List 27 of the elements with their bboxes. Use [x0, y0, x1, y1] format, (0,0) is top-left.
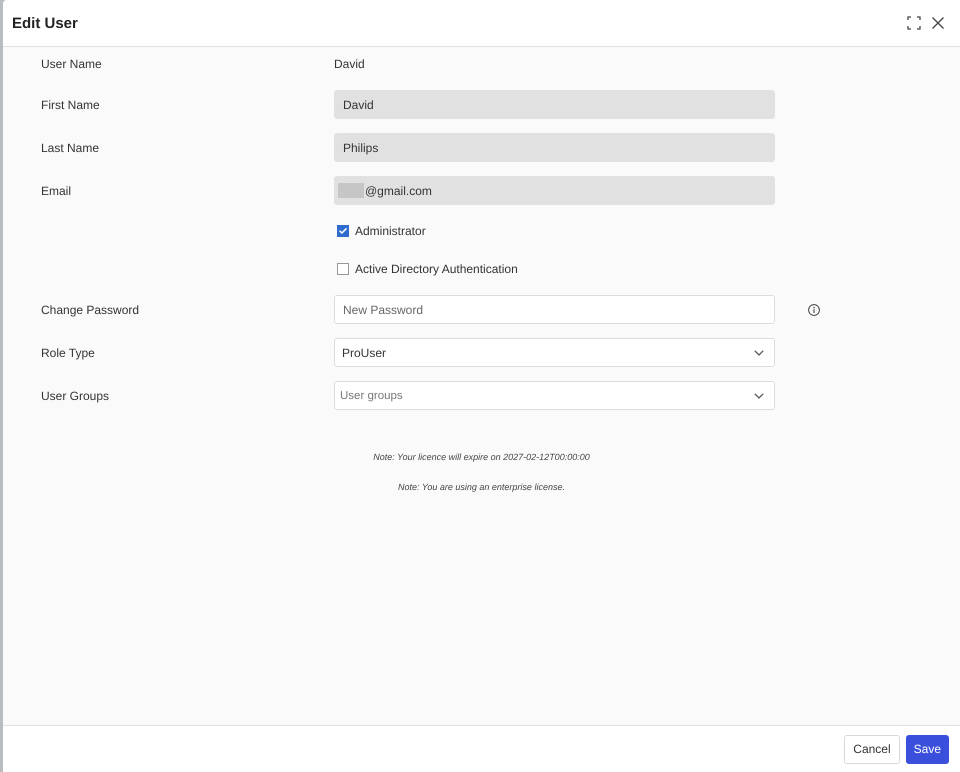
- maximize-icon[interactable]: [907, 16, 921, 30]
- field-label: User Groups: [41, 388, 110, 402]
- chevron-down-icon: [754, 392, 764, 398]
- close-icon[interactable]: [931, 16, 945, 30]
- password-field[interactable]: New Password: [334, 295, 775, 324]
- user-groups-dropdown[interactable]: User groups: [334, 381, 775, 410]
- info-icon[interactable]: [808, 304, 820, 316]
- field-label: First Name: [41, 98, 101, 112]
- chevron-down-icon: [754, 350, 764, 356]
- dialog-title: Edit User: [12, 14, 78, 32]
- field-label: Change Password: [41, 302, 140, 316]
- field-label: Last Name: [41, 140, 100, 154]
- field-label: Role Type: [41, 346, 96, 360]
- checkmark-icon: [339, 228, 347, 234]
- redaction-block: [338, 183, 364, 198]
- field-label: Email: [41, 184, 72, 198]
- checkbox-label[interactable]: Administrator: [355, 224, 426, 238]
- checkbox[interactable]: [337, 225, 349, 237]
- cancel-button[interactable]: Cancel: [844, 734, 900, 764]
- save-button[interactable]: Save: [906, 734, 949, 764]
- license-note: Note: You are using an enterprise license.: [398, 482, 565, 492]
- role-type-dropdown[interactable]: ProUser: [334, 338, 775, 367]
- checkbox-label[interactable]: Active Directory Authentication: [355, 262, 518, 276]
- checkbox[interactable]: [337, 263, 349, 275]
- license-note: Note: Your licence will expire on 2027-02-12T00:00:00: [373, 452, 590, 462]
- field-label: User Name: [41, 56, 103, 70]
- field-value: David: [334, 56, 365, 70]
